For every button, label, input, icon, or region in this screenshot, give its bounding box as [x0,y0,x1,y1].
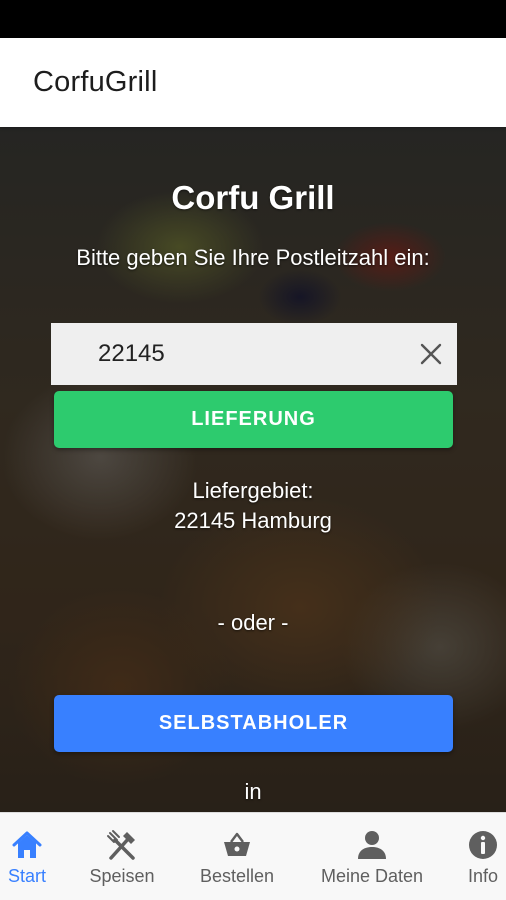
app-title: CorfuGrill [33,66,158,98]
delivery-button[interactable]: LIEFERUNG [54,391,453,448]
delivery-area-label: Liefergebiet: [192,478,314,503]
in-text: in [244,779,262,804]
tab-meine-daten-label: Meine Daten [320,866,424,886]
pickup-button[interactable]: SELBSTABHOLER [54,695,453,752]
tab-bestellen-label: Bestellen [199,866,275,886]
tab-meine-daten[interactable]: Meine Daten [310,813,434,900]
tab-speisen-label: Speisen [89,866,155,886]
info-icon [466,828,500,862]
clear-icon[interactable] [418,341,444,367]
zip-field [51,323,457,385]
zip-prompt: Bitte geben Sie Ihre Postleitzahl ein: [76,245,430,270]
home-icon [10,828,44,862]
status-bar [0,0,506,38]
basket-icon [220,828,254,862]
tab-info-label: Info [467,866,499,886]
app-bar: CorfuGrill [0,38,506,127]
delivery-area: Liefergebiet: 22145 Hamburg [0,476,506,536]
utensils-icon [105,828,139,862]
or-divider-text: - oder - [217,610,289,635]
hero-section: Corfu Grill Bitte geben Sie Ihre Postlei… [0,127,506,812]
delivery-area-value: 22145 Hamburg [174,508,332,533]
tab-start[interactable]: Start [0,813,54,900]
person-icon [355,828,389,862]
tab-speisen[interactable]: Speisen [80,813,164,900]
tab-bar: Start Speisen Bestellen Meine Daten Info [0,812,506,900]
tab-info[interactable]: Info [460,813,506,900]
tab-start-label: Start [7,866,46,886]
tab-bestellen[interactable]: Bestellen [190,813,284,900]
restaurant-title: Corfu Grill [171,179,335,216]
zip-input[interactable] [51,323,391,385]
